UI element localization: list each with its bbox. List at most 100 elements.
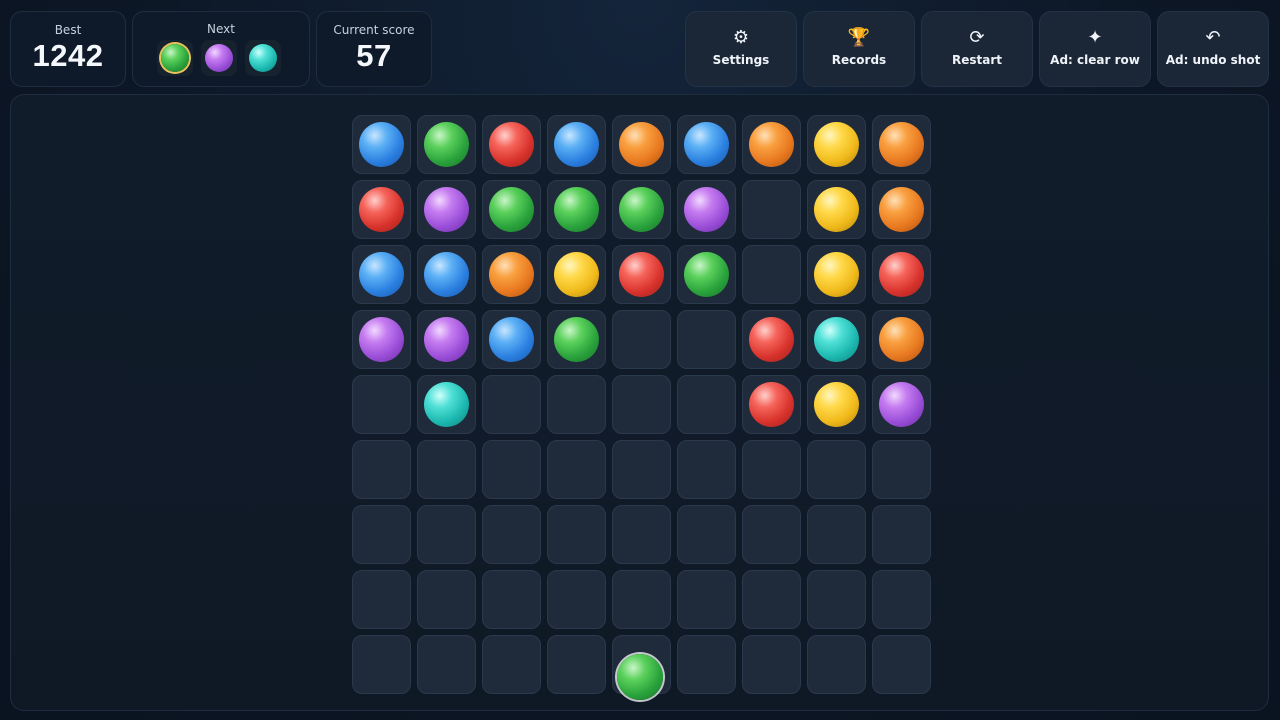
orange-ball	[619, 122, 664, 167]
grid-cell[interactable]	[417, 375, 476, 434]
yellow-ball	[814, 382, 859, 427]
grid-cell[interactable]	[612, 570, 671, 629]
grid-cell[interactable]	[417, 180, 476, 239]
grid-cell[interactable]	[547, 635, 606, 694]
red-ball	[489, 122, 534, 167]
undo-icon: ↶	[1205, 27, 1221, 48]
grid-cell[interactable]	[677, 635, 736, 694]
grid-cell[interactable]	[677, 115, 736, 174]
grid-cell[interactable]	[807, 635, 866, 694]
grid-cell[interactable]	[872, 440, 931, 499]
grid-cell[interactable]	[872, 180, 931, 239]
grid-cell[interactable]	[612, 310, 671, 369]
grid-cell[interactable]	[612, 375, 671, 434]
grid-cell[interactable]	[807, 505, 866, 564]
grid-cell[interactable]	[742, 180, 801, 239]
grid-cell[interactable]	[482, 375, 541, 434]
ad-undo-shot-button[interactable]: ↶ Ad: undo shot	[1157, 11, 1269, 87]
green-ball	[554, 187, 599, 232]
ad-clear-row-button[interactable]: ✦ Ad: clear row	[1039, 11, 1151, 87]
restart-button-label: Restart	[951, 53, 1002, 67]
grid-cell[interactable]	[742, 375, 801, 434]
grid-cell[interactable]	[482, 245, 541, 304]
grid-cell[interactable]	[352, 635, 411, 694]
grid-cell[interactable]	[547, 180, 606, 239]
current-score-label: Current score	[333, 23, 415, 37]
grid-cell[interactable]	[872, 245, 931, 304]
grid-cell[interactable]	[482, 570, 541, 629]
grid-cell[interactable]	[872, 115, 931, 174]
grid-cell[interactable]	[742, 635, 801, 694]
grid-cell[interactable]	[482, 310, 541, 369]
grid-cell[interactable]	[417, 440, 476, 499]
grid-cell[interactable]	[547, 310, 606, 369]
grid-cell[interactable]	[352, 440, 411, 499]
grid-cell[interactable]	[352, 375, 411, 434]
grid-cell[interactable]	[677, 310, 736, 369]
grid-cell[interactable]	[677, 440, 736, 499]
ball-grid	[352, 115, 931, 694]
grid-cell[interactable]	[742, 440, 801, 499]
red-ball	[619, 252, 664, 297]
grid-cell[interactable]	[352, 180, 411, 239]
grid-cell[interactable]	[742, 505, 801, 564]
restart-button[interactable]: ⟳ Restart	[921, 11, 1033, 87]
records-button[interactable]: 🏆 Records	[803, 11, 915, 87]
grid-cell[interactable]	[872, 310, 931, 369]
grid-cell[interactable]	[612, 115, 671, 174]
grid-cell[interactable]	[482, 505, 541, 564]
grid-cell[interactable]	[807, 375, 866, 434]
grid-cell[interactable]	[482, 115, 541, 174]
grid-cell[interactable]	[677, 375, 736, 434]
yellow-ball	[814, 187, 859, 232]
grid-cell[interactable]	[417, 635, 476, 694]
settings-button[interactable]: ⚙ Settings	[685, 11, 797, 87]
grid-cell[interactable]	[742, 310, 801, 369]
grid-cell[interactable]	[482, 440, 541, 499]
grid-cell[interactable]	[417, 570, 476, 629]
grid-cell[interactable]	[677, 570, 736, 629]
grid-cell[interactable]	[352, 115, 411, 174]
grid-cell[interactable]	[352, 310, 411, 369]
grid-cell[interactable]	[872, 375, 931, 434]
grid-cell[interactable]	[677, 180, 736, 239]
grid-cell[interactable]	[547, 375, 606, 434]
grid-cell[interactable]	[807, 570, 866, 629]
grid-cell[interactable]	[612, 245, 671, 304]
grid-cell[interactable]	[482, 635, 541, 694]
grid-cell[interactable]	[677, 505, 736, 564]
grid-cell[interactable]	[612, 505, 671, 564]
grid-cell[interactable]	[547, 115, 606, 174]
trophy-icon: 🏆	[847, 27, 871, 48]
grid-cell[interactable]	[417, 115, 476, 174]
grid-cell[interactable]	[547, 505, 606, 564]
grid-cell[interactable]	[872, 570, 931, 629]
grid-cell[interactable]	[612, 440, 671, 499]
grid-cell[interactable]	[417, 245, 476, 304]
grid-cell[interactable]	[352, 245, 411, 304]
grid-cell[interactable]	[547, 440, 606, 499]
grid-cell[interactable]	[872, 505, 931, 564]
grid-cell[interactable]	[352, 570, 411, 629]
grid-cell[interactable]	[742, 245, 801, 304]
grid-cell[interactable]	[742, 115, 801, 174]
red-ball	[749, 382, 794, 427]
grid-cell[interactable]	[547, 245, 606, 304]
grid-cell[interactable]	[482, 180, 541, 239]
yellow-ball	[814, 252, 859, 297]
yellow-ball	[814, 122, 859, 167]
grid-cell[interactable]	[807, 180, 866, 239]
grid-cell[interactable]	[352, 505, 411, 564]
grid-cell[interactable]	[612, 180, 671, 239]
grid-cell[interactable]	[417, 505, 476, 564]
shooter-ball[interactable]	[617, 654, 663, 700]
grid-cell[interactable]	[677, 245, 736, 304]
grid-cell[interactable]	[807, 245, 866, 304]
grid-cell[interactable]	[807, 310, 866, 369]
grid-cell[interactable]	[417, 310, 476, 369]
grid-cell[interactable]	[547, 570, 606, 629]
grid-cell[interactable]	[872, 635, 931, 694]
grid-cell[interactable]	[742, 570, 801, 629]
grid-cell[interactable]	[807, 440, 866, 499]
grid-cell[interactable]	[807, 115, 866, 174]
